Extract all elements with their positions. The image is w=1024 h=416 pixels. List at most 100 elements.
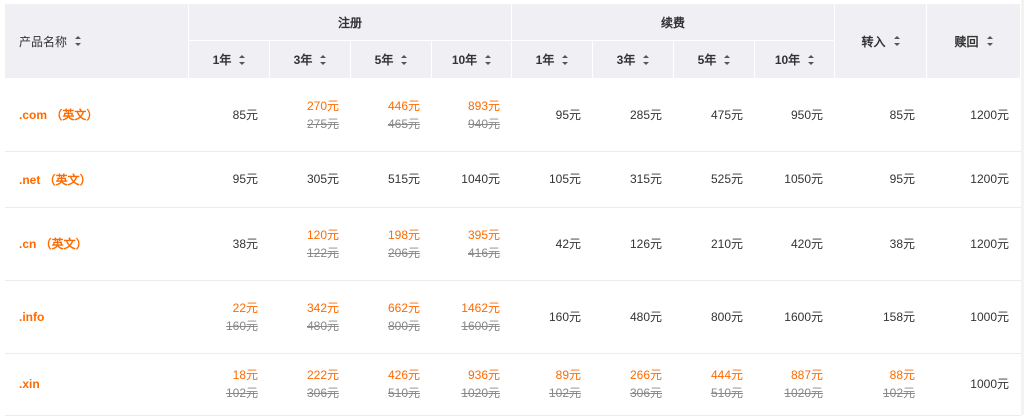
price-cell: 95元 bbox=[189, 151, 270, 207]
price: 95元 bbox=[232, 172, 258, 186]
promo-price: 88元 bbox=[889, 368, 915, 382]
price-cell: 1462元 1600元 bbox=[432, 280, 512, 353]
sort-icon[interactable] bbox=[562, 54, 569, 65]
price-cell: 305元 bbox=[270, 151, 351, 207]
price: 210元 bbox=[710, 236, 743, 251]
price: 1600元 bbox=[784, 309, 823, 324]
original-price: 465元 bbox=[387, 116, 420, 131]
price-cell: 426元 510元 bbox=[351, 353, 432, 415]
price-cell: 18元 102元 bbox=[189, 353, 270, 415]
price-cell: 38元 bbox=[189, 207, 270, 280]
promo-price: 887元 bbox=[790, 368, 823, 382]
price-cell: 42元 bbox=[512, 207, 593, 280]
original-price: 102元 bbox=[882, 386, 915, 400]
promo-price: 18元 bbox=[232, 368, 258, 382]
price-cell: 936元 1020元 bbox=[432, 353, 512, 415]
price-cell: 88元 102元 bbox=[835, 353, 927, 415]
price-cell: 800元 bbox=[674, 280, 755, 353]
sort-icon[interactable] bbox=[893, 36, 900, 46]
price-cell: 1200元 bbox=[927, 151, 1021, 207]
price: 315元 bbox=[629, 172, 662, 186]
price-cell: 266元 306元 bbox=[593, 353, 674, 415]
sort-icon[interactable] bbox=[643, 54, 650, 65]
price-cell: 270元 275元 bbox=[270, 78, 351, 151]
original-price: 160元 bbox=[225, 318, 258, 333]
col-register-year[interactable]: 10年 bbox=[432, 41, 512, 78]
product-name-link[interactable]: .cn （英文） bbox=[19, 207, 88, 280]
original-price: 416元 bbox=[467, 245, 500, 260]
col-product-name-label: 产品名称 bbox=[19, 34, 68, 49]
original-price: 102元 bbox=[225, 386, 258, 400]
product-name-link[interactable]: .info bbox=[19, 280, 44, 353]
sort-icon[interactable] bbox=[320, 54, 327, 65]
price: 42元 bbox=[555, 236, 581, 251]
price: 1000元 bbox=[970, 309, 1009, 324]
original-price: 122元 bbox=[306, 245, 339, 260]
col-year-label: 1年 bbox=[535, 53, 555, 67]
table-header: 产品名称 注册 续费 1年 3年 5年 10年 1年 3年 5年 10年 转入 赎回 bbox=[5, 4, 1021, 78]
price-cell: 1600元 bbox=[755, 280, 835, 353]
price: 950元 bbox=[790, 107, 823, 122]
table-row: .xin 18元 102元 222元 306元 426元 510元 936元 1020元 89元 1… bbox=[5, 353, 1021, 416]
product-name-link[interactable]: .net （英文） bbox=[19, 151, 92, 207]
price: 158元 bbox=[882, 309, 915, 324]
price: 1040元 bbox=[461, 172, 500, 186]
sort-icon[interactable] bbox=[239, 54, 246, 65]
price: 305元 bbox=[306, 172, 339, 186]
sort-icon[interactable] bbox=[808, 54, 815, 65]
sort-icon[interactable] bbox=[986, 36, 993, 46]
product-name-link[interactable]: .xin bbox=[19, 353, 40, 415]
col-register-year[interactable]: 1年 bbox=[189, 41, 270, 78]
price-cell: 95元 bbox=[835, 151, 927, 207]
group-renew-label: 续费 bbox=[660, 15, 685, 30]
price-cell: 420元 bbox=[755, 207, 835, 280]
col-redeem[interactable]: 赎回 bbox=[927, 4, 1021, 78]
price: 85元 bbox=[232, 107, 258, 122]
price: 95元 bbox=[555, 107, 581, 122]
price-cell: 950元 bbox=[755, 78, 835, 151]
promo-price: 662元 bbox=[387, 300, 420, 315]
sort-icon[interactable] bbox=[75, 36, 82, 46]
table-row: .com （英文） 85元 270元 275元 446元 465元 893元 940元 95元 2… bbox=[5, 78, 1021, 152]
promo-price: 270元 bbox=[306, 98, 339, 113]
price-cell: 85元 bbox=[835, 78, 927, 151]
promo-price: 22元 bbox=[232, 300, 258, 315]
price-cell: 515元 bbox=[351, 151, 432, 207]
col-renew-year[interactable]: 10年 bbox=[755, 41, 835, 78]
price: 480元 bbox=[629, 309, 662, 324]
price-cell: 342元 480元 bbox=[270, 280, 351, 353]
promo-price: 446元 bbox=[387, 98, 420, 113]
col-renew-year[interactable]: 5年 bbox=[674, 41, 755, 78]
group-register-label: 注册 bbox=[337, 15, 362, 30]
price-cell: 475元 bbox=[674, 78, 755, 151]
col-transfer[interactable]: 转入 bbox=[835, 4, 927, 78]
sort-icon[interactable] bbox=[485, 54, 492, 65]
promo-price: 222元 bbox=[306, 368, 339, 382]
col-renew-year[interactable]: 1年 bbox=[512, 41, 593, 78]
col-renew-year[interactable]: 3年 bbox=[593, 41, 674, 78]
price-cell: 446元 465元 bbox=[351, 78, 432, 151]
original-price: 940元 bbox=[467, 116, 500, 131]
price: 285元 bbox=[629, 107, 662, 122]
group-register: 注册 bbox=[189, 4, 512, 40]
promo-price: 1462元 bbox=[461, 300, 500, 315]
price: 475元 bbox=[710, 107, 743, 122]
promo-price: 342元 bbox=[306, 300, 339, 315]
col-register-year[interactable]: 3年 bbox=[270, 41, 351, 78]
col-year-label: 1年 bbox=[212, 53, 232, 67]
sort-icon[interactable] bbox=[401, 54, 408, 65]
price: 160元 bbox=[548, 309, 581, 324]
price: 1000元 bbox=[970, 377, 1009, 391]
price-cell: 887元 1020元 bbox=[755, 353, 835, 415]
price: 515元 bbox=[387, 172, 420, 186]
price: 1050元 bbox=[784, 172, 823, 186]
sort-icon[interactable] bbox=[724, 54, 731, 65]
price: 1200元 bbox=[970, 107, 1009, 122]
price-cell: 160元 bbox=[512, 280, 593, 353]
promo-price: 120元 bbox=[306, 227, 339, 242]
product-name-link[interactable]: .com （英文） bbox=[19, 78, 98, 151]
price-cell: 158元 bbox=[835, 280, 927, 353]
price: 105元 bbox=[548, 172, 581, 186]
col-product-name[interactable]: 产品名称 bbox=[5, 4, 189, 78]
col-register-year[interactable]: 5年 bbox=[351, 41, 432, 78]
